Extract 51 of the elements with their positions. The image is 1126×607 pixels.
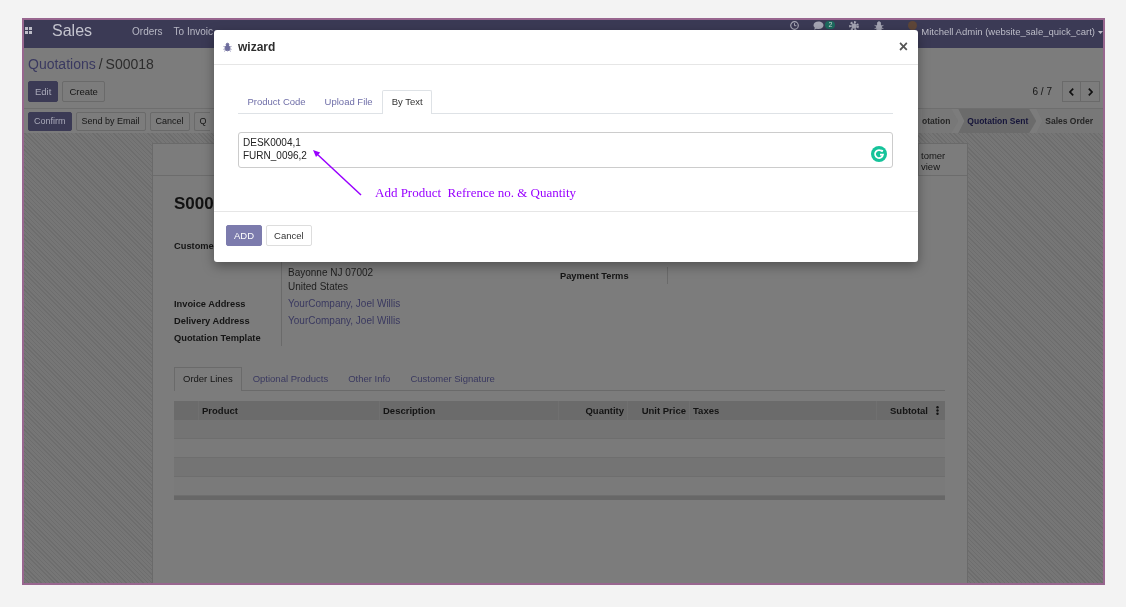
create-button[interactable]: Create xyxy=(62,81,105,102)
app-title: Sales xyxy=(52,21,93,41)
notebook-tab[interactable]: Optional Products xyxy=(243,367,338,390)
field-value: Bayonne NJ 07002 xyxy=(288,266,374,280)
dialog-tab[interactable]: Upload File xyxy=(315,90,383,113)
field-label: Invoice Address xyxy=(174,298,246,311)
gear-icon[interactable] xyxy=(849,21,860,31)
breadcrumb-link[interactable]: Quotations xyxy=(28,55,96,73)
field-label: Payment Terms xyxy=(560,270,629,283)
dialog-title: wizard xyxy=(238,39,276,56)
notebook-tab[interactable]: Other Info xyxy=(339,367,400,390)
send-by-email-button[interactable]: Send by Email xyxy=(75,111,146,131)
notebook-tab[interactable]: Order Lines xyxy=(174,367,242,391)
confirm-button[interactable]: Confirm xyxy=(28,111,72,131)
chat-icon[interactable] xyxy=(813,21,825,30)
field-label: Quotation Template xyxy=(174,332,261,345)
dialog-tab[interactable]: By Text xyxy=(382,90,433,114)
add-button[interactable]: ADD xyxy=(226,225,263,246)
chevron-left-icon xyxy=(1069,87,1074,96)
apps-icon[interactable] xyxy=(25,27,32,34)
status-stage[interactable]: Sales Order xyxy=(1036,109,1103,133)
pager-value: 6 / 7 xyxy=(1032,85,1052,99)
record-title: S000 xyxy=(174,193,214,215)
menu-item[interactable]: To Invoic xyxy=(173,25,214,38)
previous-button[interactable] xyxy=(1062,81,1081,102)
text-input-field[interactable]: DESK0004,1 FURN_0096,2 xyxy=(238,132,893,168)
status-stage[interactable]: otation xyxy=(922,109,959,133)
edit-button[interactable]: Edit xyxy=(28,81,59,102)
close-button[interactable]: × xyxy=(898,39,908,55)
field-label: Delivery Address xyxy=(174,315,250,328)
three-dots-icon[interactable] xyxy=(936,406,939,415)
dialog-tab[interactable]: Product Code xyxy=(238,90,316,113)
breadcrumb-separator: / xyxy=(98,55,103,73)
menu-item[interactable]: Orders xyxy=(132,25,163,38)
bug-icon xyxy=(223,42,232,52)
action-button[interactable]: Q xyxy=(193,111,210,131)
field-link[interactable]: YourCompany, Joel Willis xyxy=(288,314,401,328)
next-button[interactable] xyxy=(1081,81,1100,102)
clock-icon[interactable] xyxy=(790,21,800,30)
cancel-button[interactable]: Cancel xyxy=(149,111,190,131)
annotation-text: Add Product Refrence no. & Quantity xyxy=(375,184,577,202)
breadcrumb-current: S00018 xyxy=(105,55,154,73)
status-stage[interactable]: Quotation Sent xyxy=(958,109,1037,133)
caret-icon[interactable] xyxy=(1098,31,1103,34)
notebook-tab[interactable]: Customer Signature xyxy=(401,367,504,390)
field-link[interactable]: YourCompany, Joel Willis xyxy=(288,297,401,311)
field-value: United States xyxy=(288,280,349,294)
field-label: Custome xyxy=(174,240,214,253)
cancel-button[interactable]: Cancel xyxy=(266,225,312,246)
chevron-right-icon xyxy=(1087,87,1093,96)
user-menu[interactable]: Mitchell Admin (website_sale_quick_cart) xyxy=(921,25,1095,38)
